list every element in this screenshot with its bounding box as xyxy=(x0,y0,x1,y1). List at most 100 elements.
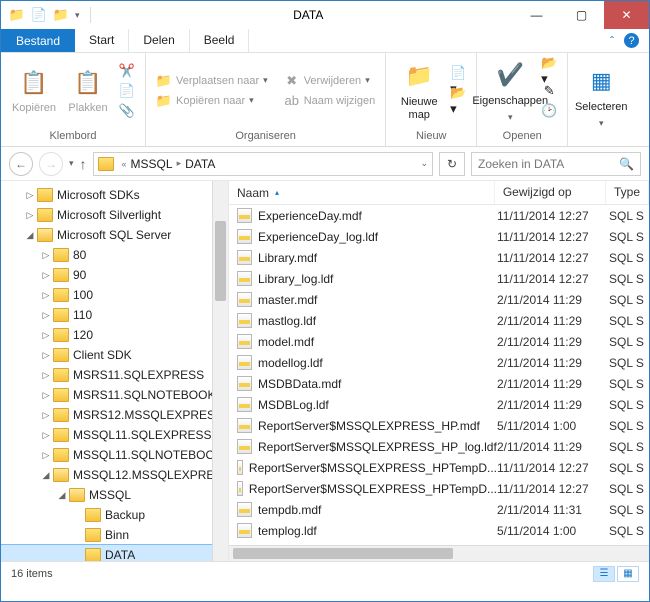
up-button[interactable]: ↑ xyxy=(80,156,87,172)
tree-twisty-icon[interactable]: ▷ xyxy=(39,390,53,401)
tree-item[interactable]: ◢MSSQL xyxy=(1,485,228,505)
breadcrumb[interactable]: « MSSQL ▸ DATA ⌄ xyxy=(93,152,433,176)
paste-button[interactable]: 📋 Plakken xyxy=(61,66,115,115)
forward-button[interactable]: → xyxy=(39,152,63,176)
file-row[interactable]: master.mdf2/11/2014 11:29SQL S xyxy=(229,289,649,310)
tab-bestand[interactable]: Bestand xyxy=(1,29,75,52)
tree-item[interactable]: ▷Client SDK xyxy=(1,345,228,365)
tree-item[interactable]: Binn xyxy=(1,525,228,545)
copy-path-icon[interactable]: 📄 xyxy=(119,83,135,99)
qat-icon-2[interactable]: 📁 xyxy=(53,7,69,23)
chevron-right-icon[interactable]: « xyxy=(122,159,127,169)
file-row[interactable]: templog.ldf5/11/2014 1:00SQL S xyxy=(229,520,649,541)
rename-button[interactable]: abNaam wijzigen xyxy=(284,93,376,109)
tree-twisty-icon[interactable]: ▷ xyxy=(39,410,53,421)
tree-twisty-icon[interactable]: ▷ xyxy=(23,190,37,201)
tree-item[interactable]: ▷Microsoft SDKs xyxy=(1,185,228,205)
details-view-button[interactable]: ☰ xyxy=(593,566,615,582)
tree-twisty-icon[interactable]: ▷ xyxy=(39,430,53,441)
tree-scrollbar[interactable] xyxy=(212,181,228,561)
qat-dropdown-icon[interactable]: ▾ xyxy=(75,10,80,21)
tree-twisty-icon[interactable]: ▷ xyxy=(39,350,53,361)
tree-twisty-icon[interactable]: ▷ xyxy=(39,250,53,261)
file-row[interactable]: ExperienceDay.mdf11/11/2014 12:27SQL S xyxy=(229,205,649,226)
file-row[interactable]: ReportServer$MSSQLEXPRESS_HPTempD...11/1… xyxy=(229,478,649,499)
tab-start[interactable]: Start xyxy=(75,29,129,52)
tree-item[interactable]: Backup xyxy=(1,505,228,525)
file-row[interactable]: ReportServer$MSSQLEXPRESS_HP_log.ldf2/11… xyxy=(229,436,649,457)
file-row[interactable]: ReportServer$MSSQLEXPRESS_HPTempD...11/1… xyxy=(229,457,649,478)
crumb-dropdown-icon[interactable]: ⌄ xyxy=(420,158,428,169)
tree-item[interactable]: ▷MSRS11.SQLNOTEBOOK xyxy=(1,385,228,405)
tree-item[interactable]: ▷MSRS11.SQLEXPRESS xyxy=(1,365,228,385)
select-button[interactable]: ▦ Selecteren ▾ xyxy=(574,65,628,128)
tree-twisty-icon[interactable]: ▷ xyxy=(39,270,53,281)
cut-icon[interactable]: ✂️ xyxy=(119,63,135,79)
file-row[interactable]: mastlog.ldf2/11/2014 11:29SQL S xyxy=(229,310,649,331)
file-row[interactable]: Library_log.ldf11/11/2014 12:27SQL S xyxy=(229,268,649,289)
tree-item[interactable]: ▷Microsoft Silverlight xyxy=(1,205,228,225)
new-folder-button[interactable]: 📁 Nieuwe map xyxy=(392,60,446,121)
tree-twisty-icon[interactable]: ◢ xyxy=(55,490,69,501)
file-row[interactable]: ExperienceDay_log.ldf11/11/2014 12:27SQL… xyxy=(229,226,649,247)
tree-item[interactable]: ▷MSRS12.MSSQLEXPRESS xyxy=(1,405,228,425)
open-icon[interactable]: 📂▾ xyxy=(541,63,557,79)
help-icon[interactable]: ? xyxy=(624,33,639,48)
file-row[interactable]: Library.mdf11/11/2014 12:27SQL S xyxy=(229,247,649,268)
tree-twisty-icon[interactable]: ◢ xyxy=(39,470,53,481)
tree-twisty-icon[interactable]: ◢ xyxy=(23,230,37,241)
close-button[interactable]: ✕ xyxy=(604,1,649,29)
tree-twisty-icon[interactable]: ▷ xyxy=(39,290,53,301)
tab-beeld[interactable]: Beeld xyxy=(190,29,250,52)
refresh-button[interactable]: ↻ xyxy=(439,152,465,176)
horizontal-scrollbar[interactable] xyxy=(229,545,649,561)
col-name[interactable]: Naam▴ xyxy=(229,181,495,204)
file-row[interactable]: MSDBLog.ldf2/11/2014 11:29SQL S xyxy=(229,394,649,415)
history-icon[interactable]: 🕑 xyxy=(541,103,557,119)
move-to-button[interactable]: 📁Verplaatsen naar ▾ xyxy=(156,73,268,89)
history-dropdown-icon[interactable]: ▾ xyxy=(69,158,74,169)
file-row[interactable]: MSDBData.mdf2/11/2014 11:29SQL S xyxy=(229,373,649,394)
scroll-thumb[interactable] xyxy=(233,548,453,559)
maximize-button[interactable]: ▢ xyxy=(559,1,604,29)
tree-item[interactable]: ▷110 xyxy=(1,305,228,325)
icons-view-button[interactable]: ▦ xyxy=(617,566,639,582)
crumb-part[interactable]: DATA xyxy=(185,157,215,171)
tree-item[interactable]: ▷MSSQL11.SQLNOTEBOOK xyxy=(1,445,228,465)
tab-delen[interactable]: Delen xyxy=(129,29,189,52)
edit-icon[interactable]: ✎ xyxy=(541,83,557,99)
tree-item[interactable]: ▷90 xyxy=(1,265,228,285)
easy-access-icon[interactable]: 📂▾ xyxy=(450,93,466,109)
file-row[interactable]: ReportServer$MSSQLEXPRESS_HP.mdf5/11/201… xyxy=(229,415,649,436)
paste-shortcut-icon[interactable]: 📎 xyxy=(119,103,135,119)
tree-twisty-icon[interactable]: ▷ xyxy=(23,210,37,221)
minimize-button[interactable]: — xyxy=(514,1,559,29)
file-row[interactable]: modellog.ldf2/11/2014 11:29SQL S xyxy=(229,352,649,373)
tree-item[interactable]: ◢Microsoft SQL Server xyxy=(1,225,228,245)
tree-twisty-icon[interactable]: ▷ xyxy=(39,330,53,341)
collapse-ribbon-icon[interactable]: ˆ xyxy=(610,34,614,48)
tree-item[interactable]: ▷120 xyxy=(1,325,228,345)
tree-twisty-icon[interactable]: ▷ xyxy=(39,310,53,321)
file-row[interactable]: tempdb.mdf2/11/2014 11:31SQL S xyxy=(229,499,649,520)
properties-button[interactable]: ✔️ Eigenschappen ▾ xyxy=(483,59,537,122)
qat-icon[interactable]: 📄 xyxy=(31,7,47,23)
tree-item[interactable]: ▷MSSQL11.SQLEXPRESS xyxy=(1,425,228,445)
tree-twisty-icon[interactable]: ▷ xyxy=(39,370,53,381)
tree-item[interactable]: DATA xyxy=(1,545,228,561)
crumb-part[interactable]: MSSQL xyxy=(131,157,173,171)
copy-button[interactable]: 📋 Kopiëren xyxy=(7,66,61,115)
tree-item[interactable]: ▷100 xyxy=(1,285,228,305)
col-type[interactable]: Type xyxy=(606,181,649,204)
col-modified[interactable]: Gewijzigd op xyxy=(495,181,606,204)
search-icon[interactable]: 🔍 xyxy=(619,157,634,171)
back-button[interactable]: ← xyxy=(9,152,33,176)
tree-twisty-icon[interactable]: ▷ xyxy=(39,450,53,461)
search-input[interactable]: Zoeken in DATA 🔍 xyxy=(471,152,641,176)
file-row[interactable]: model.mdf2/11/2014 11:29SQL S xyxy=(229,331,649,352)
tree-item[interactable]: ◢MSSQL12.MSSQLEXPRES xyxy=(1,465,228,485)
copy-to-button[interactable]: 📁Kopiëren naar ▾ xyxy=(156,93,268,109)
delete-button[interactable]: ✖Verwijderen ▾ xyxy=(284,73,376,89)
tree-item[interactable]: ▷80 xyxy=(1,245,228,265)
scroll-thumb[interactable] xyxy=(215,221,226,301)
